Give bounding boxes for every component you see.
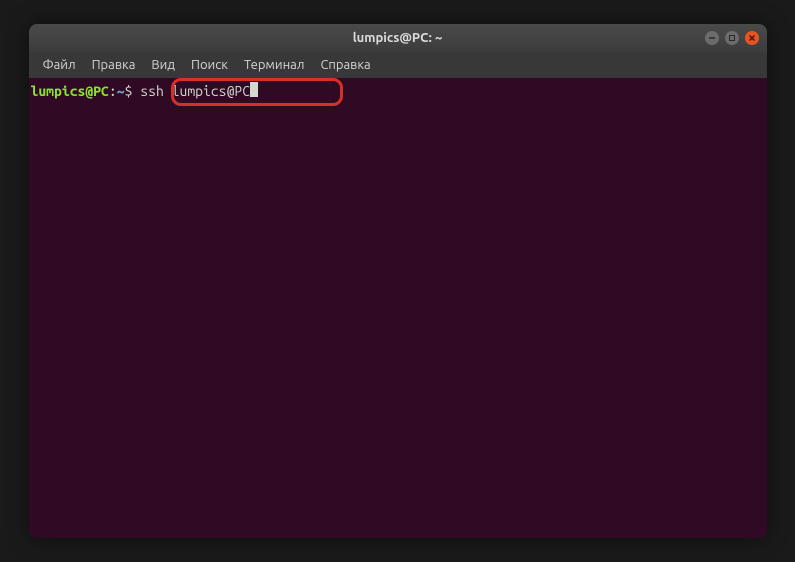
prompt-colon: : [109,82,117,100]
prompt-dollar: $ [125,82,133,100]
cursor-icon [250,82,258,97]
prompt-path: ~ [117,82,125,100]
maximize-button[interactable] [725,31,739,45]
titlebar: lumpics@PC: ~ [29,24,767,52]
command-text: ssh lumpics@PC [132,82,250,100]
menu-help[interactable]: Справка [314,56,376,74]
menu-view[interactable]: Вид [145,56,181,74]
menu-search[interactable]: Поиск [185,56,234,74]
menubar: Файл Правка Вид Поиск Терминал Справка [29,52,767,78]
prompt-user-host: lumpics@PC [31,82,109,100]
window-controls [705,31,759,45]
menu-file[interactable]: Файл [37,56,82,74]
window-title: lumpics@PC: ~ [353,31,443,45]
minimize-button[interactable] [705,31,719,45]
terminal-window: lumpics@PC: ~ Файл Правка Вид Поиск Терм… [29,24,767,538]
close-button[interactable] [745,31,759,45]
menu-terminal[interactable]: Терминал [238,56,310,74]
menu-edit[interactable]: Правка [86,56,142,74]
terminal-line: lumpics@PC:~$ ssh lumpics@PC [29,82,767,100]
terminal-area[interactable]: lumpics@PC:~$ ssh lumpics@PC [29,78,767,538]
